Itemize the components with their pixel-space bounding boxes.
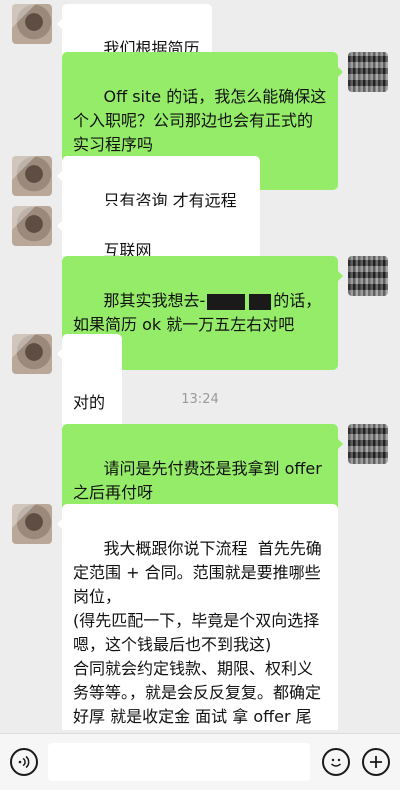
- message-input[interactable]: [48, 743, 310, 781]
- plus-icon[interactable]: [362, 748, 390, 776]
- emoji-icon-glyph: [331, 758, 341, 767]
- self-avatar[interactable]: [348, 256, 388, 296]
- redacted-text: [207, 293, 246, 310]
- voice-icon[interactable]: [10, 748, 38, 776]
- peer-avatar[interactable]: [12, 206, 52, 246]
- message-text: 我大概跟你说下流程 首先先确定范围 + 合同。范围就是要推哪些岗位， (得先匹配…: [73, 539, 322, 726]
- message-bubble[interactable]: 我大概跟你说下流程 首先先确定范围 + 合同。范围就是要推哪些岗位， (得先匹配…: [57, 504, 338, 730]
- message-text: Off site 的话，我怎么能确保这个入职呢？公司那边也会有正式的实习程序吗: [73, 87, 327, 154]
- plus-icon-glyph: [370, 756, 382, 768]
- message-text: 请问是先付费还是我拿到 offer 之后再付呀: [73, 459, 327, 502]
- peer-avatar[interactable]: [12, 504, 52, 544]
- input-toolbar: [0, 733, 400, 790]
- peer-avatar[interactable]: [12, 156, 52, 196]
- peer-avatar[interactable]: [12, 334, 52, 374]
- voice-icon-glyph: [18, 755, 30, 769]
- timestamp: 13:24: [181, 392, 219, 407]
- chat-area[interactable]: 我们根据简历细聊 Off site 的话，我怎么能确保这个入职呢？公司那边也会有…: [0, 0, 400, 730]
- redacted-text: [249, 293, 272, 310]
- self-avatar[interactable]: [348, 424, 388, 464]
- self-avatar[interactable]: [348, 52, 388, 92]
- peer-avatar[interactable]: [12, 4, 52, 44]
- emoji-icon[interactable]: [322, 748, 350, 776]
- message-text-before: 那其实我想去-: [103, 291, 206, 310]
